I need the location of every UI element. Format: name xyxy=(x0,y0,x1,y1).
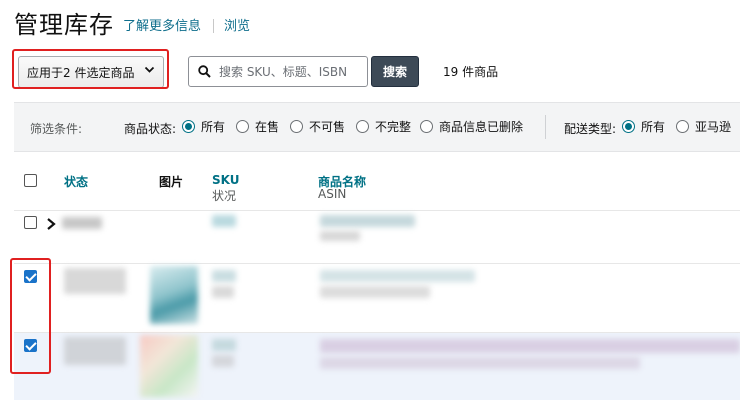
product-thumbnail-image[interactable] xyxy=(150,266,198,324)
fulfillment-radio-amazon[interactable]: 亚马逊 xyxy=(676,118,731,135)
status-radio-incomplete[interactable]: 不完整 xyxy=(356,118,411,135)
search-input[interactable] xyxy=(217,63,361,80)
column-subheader-asin: ASIN xyxy=(318,187,347,201)
status-value xyxy=(62,217,102,229)
asin-value xyxy=(320,286,430,298)
radio-selected-icon xyxy=(182,120,195,133)
asin-value xyxy=(320,231,360,241)
table-row xyxy=(14,333,740,400)
product-name-value-line2 xyxy=(320,357,640,369)
row-checkbox-checked[interactable] xyxy=(24,339,37,352)
bulk-action-label: 应用于2 件选定商品 xyxy=(27,65,135,80)
product-name-value xyxy=(320,339,740,353)
radio-icon xyxy=(236,120,249,133)
radio-icon xyxy=(676,120,689,133)
filter-bar: 筛选条件: 商品状态: 所有 在售 不可售 不完整 商品信息已删除 配送类型: … xyxy=(14,102,740,152)
radio-icon xyxy=(290,120,303,133)
condition-value xyxy=(212,355,234,367)
product-name-value xyxy=(320,215,415,227)
status-value xyxy=(64,337,126,365)
condition-value xyxy=(212,286,234,298)
radio-icon xyxy=(420,120,433,133)
fulfillment-radio-all[interactable]: 所有 xyxy=(622,118,665,135)
status-filter-label: 商品状态: xyxy=(124,122,177,136)
filter-divider xyxy=(545,115,546,139)
bulk-action-dropdown[interactable]: 应用于2 件选定商品 xyxy=(18,56,164,88)
product-thumbnail-image[interactable] xyxy=(140,335,198,397)
header-divider xyxy=(213,19,215,33)
browse-link[interactable]: 浏览 xyxy=(224,15,250,34)
search-button[interactable]: 搜索 xyxy=(371,56,419,87)
search-field[interactable] xyxy=(188,56,368,87)
column-header-image: 图片 xyxy=(159,175,184,189)
page-title: 管理库存 xyxy=(14,11,114,39)
sku-value xyxy=(212,215,236,227)
table-row xyxy=(14,264,740,333)
status-radio-active[interactable]: 在售 xyxy=(236,118,279,135)
radio-selected-icon xyxy=(622,120,635,133)
learn-more-link[interactable]: 了解更多信息 xyxy=(123,15,201,34)
status-radio-deleted[interactable]: 商品信息已删除 xyxy=(420,118,523,135)
radio-icon xyxy=(356,120,369,133)
table-header: 状态 图片 SKU 状况 商品名称 ASIN xyxy=(14,158,740,211)
column-header-status[interactable]: 状态 xyxy=(64,173,88,190)
fulfillment-filter-label: 配送类型: xyxy=(564,122,617,136)
row-checkbox[interactable] xyxy=(24,216,37,229)
column-subheader-condition: 状况 xyxy=(212,189,237,203)
result-count: 19 件商品 xyxy=(443,65,499,79)
page-header: 管理库存 了解更多信息 浏览 xyxy=(14,6,250,40)
table-row xyxy=(14,211,740,264)
status-value xyxy=(64,268,126,294)
status-radio-all[interactable]: 所有 xyxy=(182,118,225,135)
sku-value xyxy=(212,339,236,351)
product-name-value xyxy=(320,270,475,282)
row-checkbox-checked[interactable] xyxy=(24,270,37,283)
column-header-sku[interactable]: SKU xyxy=(212,173,239,187)
select-all-checkbox[interactable] xyxy=(24,174,37,187)
chevron-right-icon[interactable] xyxy=(46,218,56,234)
sku-value xyxy=(212,270,236,282)
search-icon xyxy=(198,65,211,78)
status-radio-inactive[interactable]: 不可售 xyxy=(290,118,345,135)
filter-label: 筛选条件: xyxy=(30,122,83,136)
chevron-down-icon xyxy=(144,64,155,78)
